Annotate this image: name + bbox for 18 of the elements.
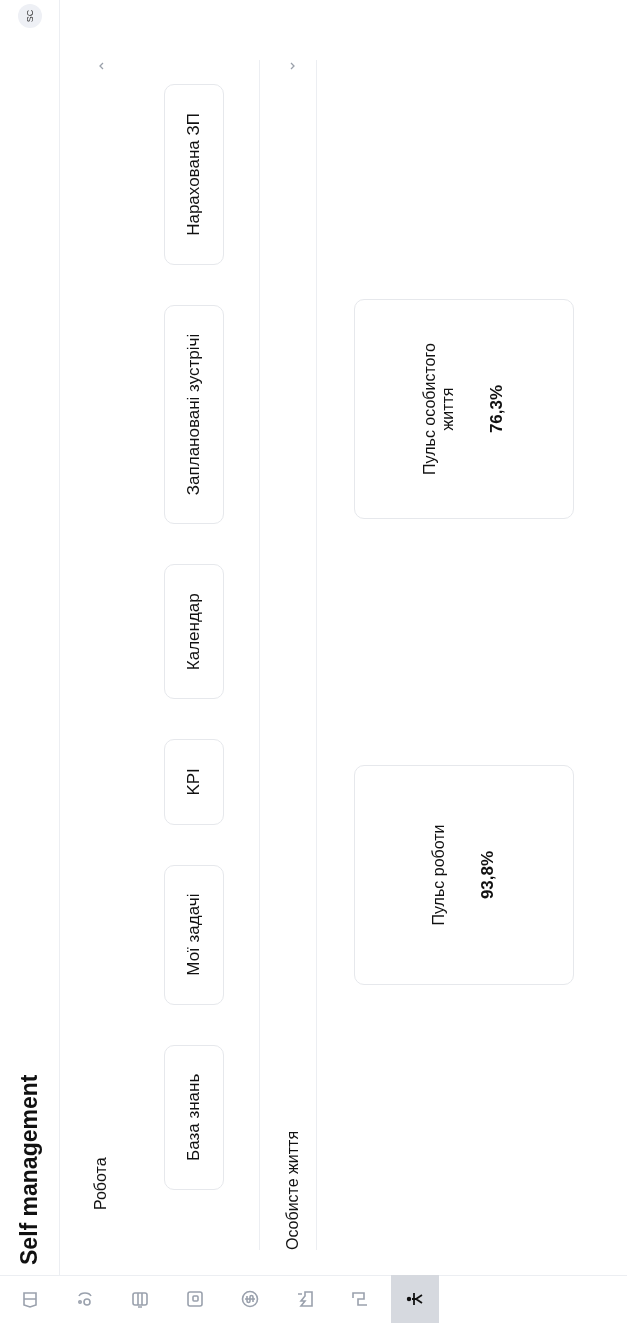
section-title: Робота [92,1157,110,1212]
wallet-icon [185,1289,205,1310]
nav-button[interactable] [391,1275,439,1323]
page-title: Self management [16,1074,43,1265]
metric-label: Пульс особистого життя [421,342,457,477]
user-avatar[interactable]: SC [17,4,42,28]
shortcut-button[interactable]: Календар [164,564,224,700]
section-title: Особисте життя [284,1130,302,1250]
shortcut-button[interactable]: Мої задачі [164,864,224,1005]
metric-value: 93,8% [478,850,498,900]
shortcut-button[interactable]: Нарахована ЗП [164,84,224,265]
metric-value: 76,3% [487,384,507,434]
metric-label: Пульс роботи [430,824,448,926]
shortcut-button[interactable]: База знань [164,1044,224,1190]
shortcut-button[interactable]: KPI [164,739,224,825]
coin-icon [240,1289,260,1310]
table-icon [130,1289,150,1310]
shortcut-button[interactable]: Заплановані зустрічі [164,304,224,525]
